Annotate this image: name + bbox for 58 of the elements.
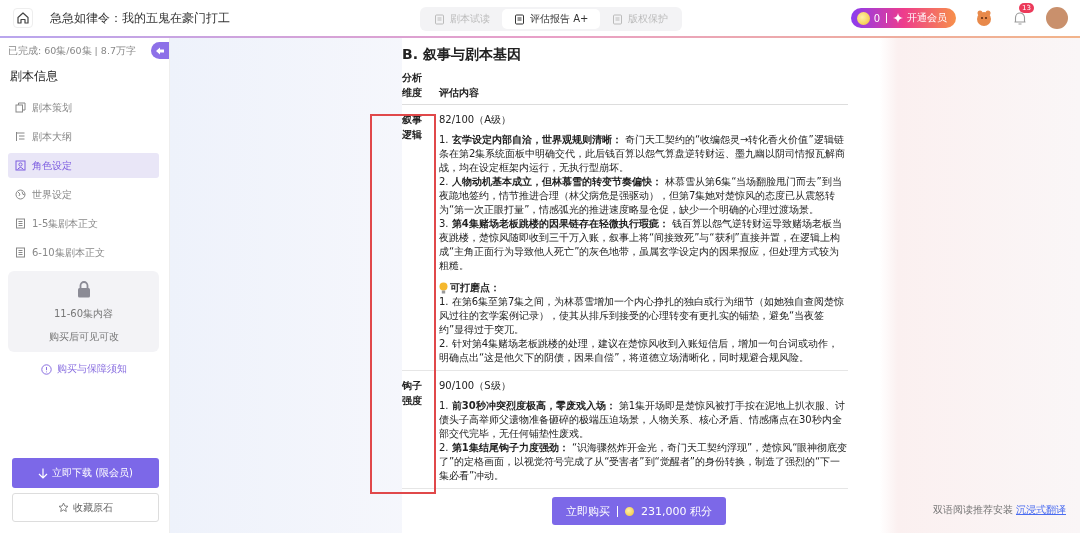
collect-button[interactable]: 收藏原石 [12, 493, 159, 522]
dimension-label: 叙事逻辑 [402, 113, 422, 142]
sidebar-item[interactable]: 世界设定 [8, 182, 159, 207]
collapse-button[interactable] [151, 42, 169, 59]
assessment-point: 1. 前30秒冲突烈度极高，零废戏入场： 第1集开场即是楚惊风被打手按在泥地上扒衣服、讨债头子高举师父遗物准备砸碎的极端压迫场景，人物关系、核心矛盾、情感痛点在30秒内全部交代完毕，无任何铺垫性废戏。 [439, 399, 847, 441]
notice-link[interactable]: 购买与保障须知 [8, 362, 159, 376]
sidebar-item[interactable]: 角色设定 [8, 153, 159, 178]
dimension-label: 钩子强度 [402, 379, 422, 408]
coin-icon [856, 11, 870, 25]
download-button[interactable]: 立即下载 (限会员) [12, 458, 159, 488]
bell-icon[interactable] [1012, 10, 1028, 26]
translate-link[interactable]: 沉浸式翻译 [1016, 503, 1066, 517]
suggestion-text: 2. 针对第4集赌场老板跳楼的处理，建议在楚惊风收到入账短信后，增加一句台词或动作，明确点出“这是他欠下的阴债，因果自偿”，将道德立场清晰化，同时规避合规风险。 [439, 337, 840, 365]
home-button[interactable] [13, 8, 33, 28]
assessment-point: 3. 第4集赌场老板跳楼的因果链存在轻微执行瑕疵： 钱百算以怨气逆转财运导致赌场老板当夜跳楼，楚惊风随即收到三千万入账，叙事上将“间接致死”与“获利”直接并置，在逻辑上构成“主角正面行为导致他人死亡”的灰色地带，虽属玄学设定内的因果报应，但处理方式较为粗糙。 [439, 217, 843, 273]
avatar[interactable] [1046, 7, 1068, 29]
document-icon [434, 13, 445, 25]
assessment-point: 2. 人物动机基本成立，但林慕雪的转变节奏偏快： 林慕雪从第6集“当场翻脸甩门而去”到当夜跪地签约，情节推进合理（林父病危是强驱动），但第7集她对楚惊风的态度已从震怒转为“第一次正眼打量”，情感弧光的推进速度略显仓促，缺少一个明确的心理过渡场景。 [439, 175, 843, 217]
sidebar-item[interactable]: 6-10集剧本正文 [8, 240, 159, 265]
score-text: 82/100（A级） [439, 113, 513, 127]
sidebar-item[interactable]: 剧本策划 [8, 95, 159, 120]
portrait-icon [15, 160, 26, 171]
info-icon [40, 363, 52, 375]
coin-icon [625, 506, 634, 516]
assessment-point: 1. 玄学设定内部自洽，世界观规则清晰： 奇门天工契约的“收编怨灵→转化香火价值”逻辑链条在第2集系统面板中明确交代，此后钱百算以怨气算盘逆转财运、墨九幽以阴司情报瓦解商战，均在设定框架内运行，无执行型崩坏。 [439, 133, 847, 175]
mascot-icon[interactable] [974, 8, 994, 28]
tab[interactable]: 评估报告 A+ [502, 9, 601, 29]
assessment-point: 2. 第1集结尾钩子力度强劲： “识海骤然炸开金光，奇门天工契约浮现”，楚惊风“眼神彻底变了”的定格画面，以视觉符号完成了从“受害者”到“觉醒者”的身份转换，制造了强烈的“下一集必看”冲动。 [439, 441, 848, 483]
home-icon [16, 11, 30, 25]
progress-text: 已完成: 60集/60集 | 8.7万字 [8, 45, 137, 58]
globe-icon [15, 189, 26, 200]
star-icon [58, 502, 69, 513]
arrow-left-icon [156, 46, 164, 55]
sparkle-icon [893, 13, 903, 23]
document-icon [612, 13, 624, 25]
list-icon [15, 131, 26, 142]
sidebar-heading: 剧本信息 [10, 68, 59, 85]
sidebar-item[interactable]: 1-5集剧本正文 [8, 211, 159, 236]
buy-button[interactable]: 立即购买 231,000 积分 [552, 497, 726, 525]
document-icon [514, 13, 525, 25]
score-text: 90/100（S级） [439, 379, 512, 393]
lock-icon [76, 281, 91, 298]
locked-note: 购买后可见可改 [48, 330, 119, 344]
document-icon [15, 218, 26, 229]
column-header: 评估内容 [439, 86, 480, 100]
lightbulb-icon [439, 282, 448, 294]
document-icon [15, 247, 26, 258]
tips-heading: 可打磨点： [450, 281, 500, 295]
copy-icon [15, 102, 26, 113]
section-title: B. 叙事与剧本基因 [402, 46, 522, 64]
column-header: 分析维度 [402, 71, 422, 100]
suggestion-text: 1. 在第6集至第7集之间，为林慕雪增加一个内心挣扎的独白或行为细节（如她独自查阅楚惊风过往的玄学案例记录），使其从排斥到接受的心理转变有更扎实的铺垫，避免“当夜签约”显得过于突兀。 [439, 295, 846, 337]
footer-note: 双语阅读推荐安装 [933, 503, 1013, 517]
script-title: 急急如律令：我的五鬼在豪门打工 [50, 9, 230, 27]
locked-title: 11-60集内容 [53, 307, 114, 321]
sidebar-item[interactable]: 剧本大纲 [8, 124, 159, 149]
download-arrow-icon [38, 467, 48, 479]
vip-button[interactable]: 0 开通会员 [850, 8, 956, 28]
